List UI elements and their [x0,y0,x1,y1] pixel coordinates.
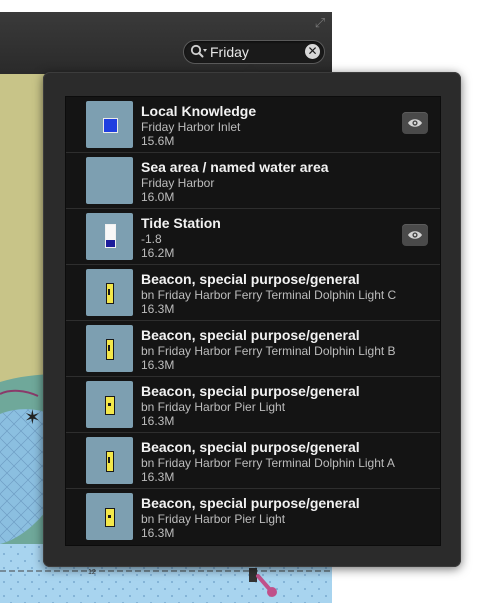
beacon-icon [86,325,133,372]
result-subtitle: bn Friday Harbor Ferry Terminal Dolphin … [141,288,397,302]
result-distance: 16.3M [141,414,175,428]
result-distance: 16.3M [141,526,175,540]
expand-icon[interactable]: ⤢ [312,16,328,32]
result-subtitle: Friday Harbor [141,176,215,190]
show-on-chart-button[interactable] [402,112,428,134]
search-input[interactable] [210,43,298,61]
result-subtitle: Friday Harbor Inlet [141,120,241,134]
result-title: Beacon, special purpose/general [141,271,360,287]
tide-station-icon [86,213,133,260]
eye-icon [408,231,422,239]
search-result-row[interactable]: Beacon, special purpose/general bn Frida… [66,321,440,377]
search-result-row[interactable]: Local Knowledge Friday Harbor Inlet 15.6… [66,97,440,153]
eye-icon [408,119,422,127]
result-distance: 16.2M [141,246,175,260]
result-distance: 16.3M [141,358,175,372]
result-title: Beacon, special purpose/general [141,439,360,455]
sea-area-icon [86,157,133,204]
local-knowledge-icon [86,101,133,148]
result-subtitle: bn Friday Harbor Ferry Terminal Dolphin … [141,456,395,470]
search-result-row[interactable]: Beacon, special purpose/general bn Frida… [66,489,440,544]
result-title: Sea area / named water area [141,159,329,175]
beacon-icon [86,437,133,484]
search-icon[interactable] [190,44,208,60]
result-title: Tide Station [141,215,221,231]
result-subtitle: bn Friday Harbor Ferry Terminal Dolphin … [141,344,396,358]
result-title: Beacon, special purpose/general [141,495,360,511]
result-title: Beacon, special purpose/general [141,327,360,343]
search-results-popover: Local Knowledge Friday Harbor Inlet 15.6… [43,72,461,567]
anchorage-symbol: ✶ [24,405,41,429]
result-subtitle: -1.8 [141,232,162,246]
show-on-chart-button[interactable] [402,224,428,246]
beacon-icon [86,381,133,428]
search-result-row[interactable]: Beacon, special purpose/general bn Frida… [66,265,440,321]
search-field[interactable]: ✕ [183,40,325,64]
result-title: Local Knowledge [141,103,257,119]
result-distance: 16.3M [141,302,175,316]
search-result-row[interactable]: Beacon, special purpose/general bn Frida… [66,433,440,489]
beacon-icon [86,493,133,540]
result-distance: 16.0M [141,190,175,204]
chart-toolbar: ⤢ ✕ [0,12,332,74]
search-result-row[interactable]: Beacon, special purpose/general bn Frida… [66,377,440,433]
depth-sounding: 12 [88,569,96,576]
result-subtitle: bn Friday Harbor Pier Light [141,400,286,414]
search-results-list[interactable]: Local Knowledge Friday Harbor Inlet 15.6… [65,96,441,546]
search-result-row[interactable]: Tide Station -1.8 16.2M [66,209,440,265]
result-distance: 15.6M [141,134,175,148]
beacon-icon [86,269,133,316]
search-result-row[interactable]: Sea area / named water area Friday Harbo… [66,153,440,209]
result-title: Beacon, special purpose/general [141,383,360,399]
result-subtitle: bn Friday Harbor Pier Light [141,512,286,526]
result-distance: 16.3M [141,470,175,484]
clear-icon[interactable]: ✕ [305,44,320,59]
